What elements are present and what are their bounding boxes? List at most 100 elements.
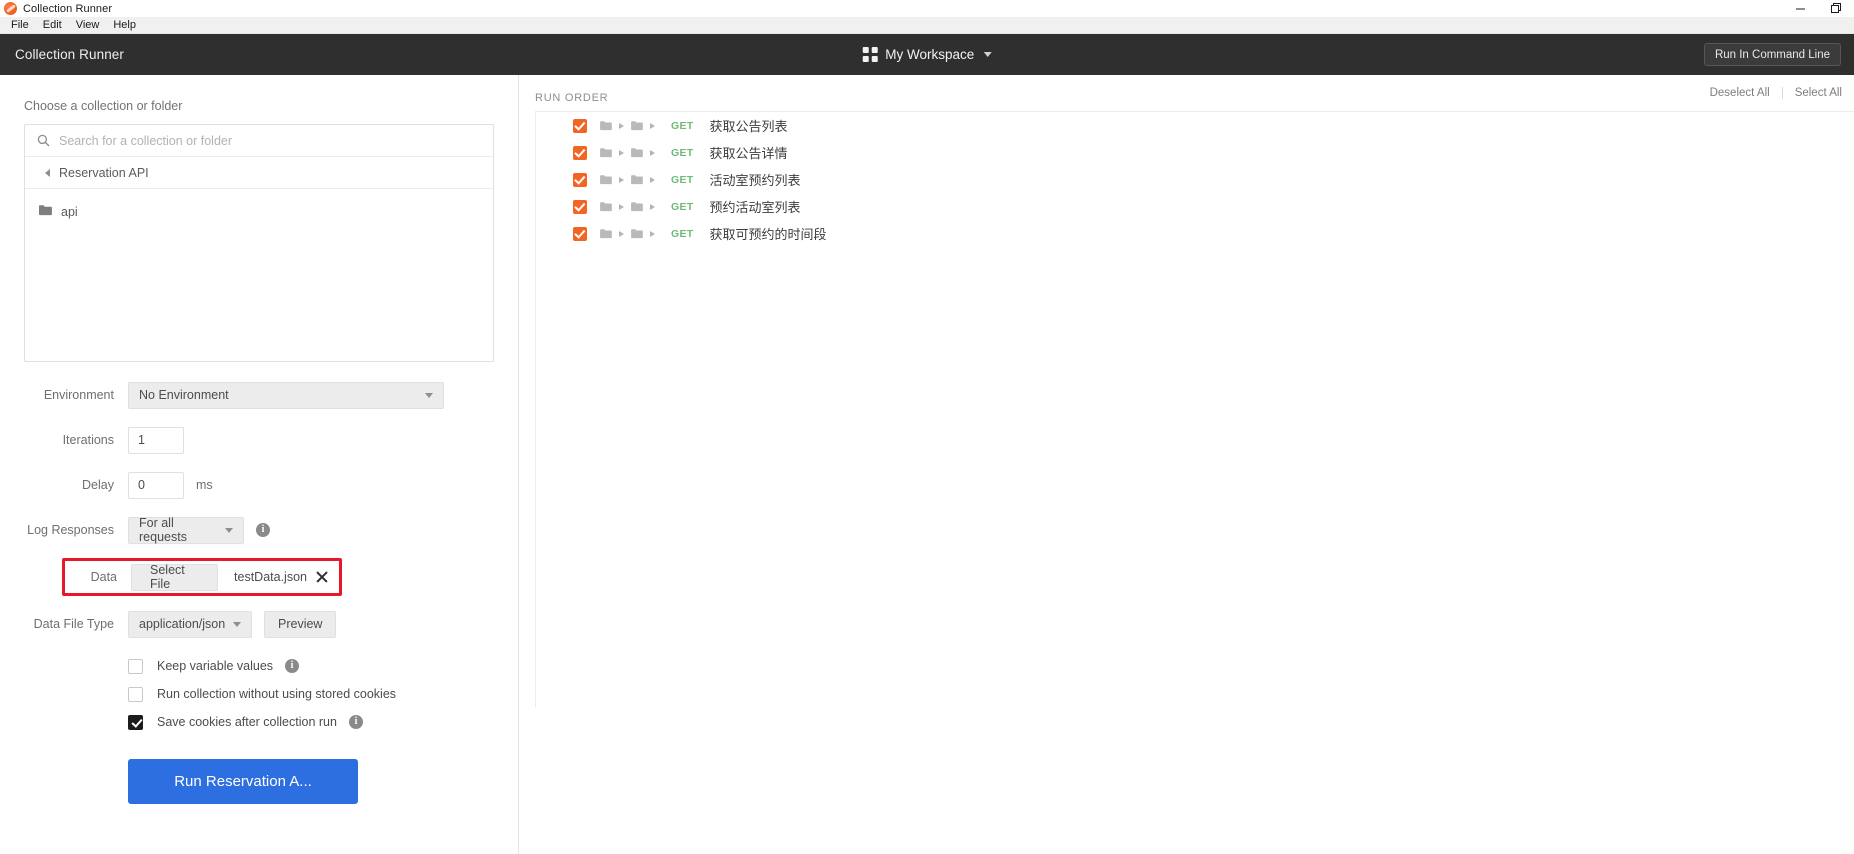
chevron-down-icon bbox=[983, 52, 992, 57]
request-name: 获取公告列表 bbox=[709, 119, 788, 134]
keep-variable-values-row[interactable]: Keep variable values i bbox=[24, 652, 494, 680]
run-without-cookies-checkbox[interactable] bbox=[128, 686, 143, 702]
search-icon bbox=[37, 134, 50, 147]
data-file-type-select[interactable]: application/json bbox=[128, 610, 252, 638]
delay-row: Delay ms bbox=[24, 468, 494, 502]
deselect-all-button[interactable]: Deselect All bbox=[1698, 87, 1782, 99]
run-item-checkbox[interactable] bbox=[573, 172, 587, 187]
save-cookies-row[interactable]: Save cookies after collection run i bbox=[24, 708, 494, 736]
log-responses-select[interactable]: For all requests bbox=[128, 516, 244, 544]
run-in-command-line-button[interactable]: Run In Command Line bbox=[1703, 43, 1841, 66]
environment-value: No Environment bbox=[139, 388, 229, 402]
minimize-icon[interactable] bbox=[1782, 0, 1818, 17]
data-file-name: testData.json bbox=[234, 570, 307, 584]
collection-tree: api bbox=[25, 189, 493, 225]
menu-item-edit[interactable]: Edit bbox=[36, 17, 69, 33]
environment-row: Environment No Environment bbox=[24, 378, 494, 412]
request-name: 活动室预约列表 bbox=[709, 173, 801, 188]
save-cookies-checkbox[interactable] bbox=[128, 714, 143, 730]
data-file-type-label: Data File Type bbox=[33, 617, 114, 631]
left-panel: Choose a collection or folder Reservatio… bbox=[0, 75, 519, 854]
info-icon[interactable]: i bbox=[348, 715, 363, 729]
run-order-item[interactable]: GET 获取可预约的时间段 bbox=[536, 220, 1854, 247]
request-name: 预约活动室列表 bbox=[709, 200, 801, 215]
request-path bbox=[600, 228, 662, 239]
run-without-cookies-row[interactable]: Run collection without using stored cook… bbox=[24, 680, 494, 708]
request-method: GET bbox=[671, 200, 694, 213]
request-path bbox=[600, 120, 662, 131]
run-order-item[interactable]: GET 获取公告详情 bbox=[536, 139, 1854, 166]
keep-variable-values-checkbox[interactable] bbox=[128, 658, 143, 674]
iterations-label: Iterations bbox=[62, 433, 114, 447]
request-method: GET bbox=[671, 146, 694, 159]
delay-input[interactable] bbox=[128, 471, 184, 499]
search-row[interactable] bbox=[25, 125, 493, 157]
window-title: Collection Runner bbox=[23, 2, 113, 15]
window-controls bbox=[1782, 0, 1854, 17]
info-icon[interactable]: i bbox=[285, 659, 300, 673]
run-order-item[interactable]: GET 获取公告列表 bbox=[536, 112, 1854, 139]
maximize-icon[interactable] bbox=[1818, 0, 1854, 17]
iterations-input[interactable] bbox=[128, 426, 184, 454]
run-item-checkbox[interactable] bbox=[573, 226, 587, 241]
breadcrumb-label: Reservation API bbox=[59, 165, 149, 180]
info-icon[interactable]: i bbox=[256, 523, 270, 537]
body: Choose a collection or folder Reservatio… bbox=[0, 75, 1854, 854]
save-cookies-label: Save cookies after collection run bbox=[157, 715, 337, 729]
run-without-cookies-label: Run collection without using stored cook… bbox=[157, 687, 397, 701]
run-order-item[interactable]: GET 预约活动室列表 bbox=[536, 193, 1854, 220]
data-file-type-row: Data File Type application/json Preview bbox=[24, 607, 494, 641]
run-order-actions: Deselect All Select All bbox=[1698, 87, 1854, 99]
menu-item-file[interactable]: File bbox=[4, 17, 36, 33]
list-item[interactable]: api bbox=[25, 199, 493, 225]
chevron-right-icon bbox=[650, 176, 655, 183]
chevron-down-icon bbox=[233, 621, 241, 627]
chevron-right-icon bbox=[619, 230, 624, 237]
run-item-checkbox[interactable] bbox=[573, 199, 587, 214]
chevron-down-icon bbox=[425, 392, 433, 398]
workspace-switcher[interactable]: My Workspace bbox=[857, 43, 998, 66]
keep-variable-values-label: Keep variable values bbox=[157, 659, 274, 673]
request-method: GET bbox=[671, 173, 694, 186]
data-file-type-value: application/json bbox=[139, 617, 226, 631]
log-responses-value: For all requests bbox=[139, 516, 187, 544]
run-order-item[interactable]: GET 活动室预约列表 bbox=[536, 166, 1854, 193]
chevron-right-icon bbox=[650, 122, 655, 129]
workspace-name: My Workspace bbox=[885, 47, 975, 62]
breadcrumb[interactable]: Reservation API bbox=[25, 157, 493, 189]
chevron-left-icon bbox=[45, 168, 50, 177]
delay-unit: ms bbox=[196, 478, 213, 492]
chevron-right-icon bbox=[650, 230, 655, 237]
grid-icon bbox=[862, 47, 878, 62]
request-method: GET bbox=[671, 227, 694, 240]
choose-collection-label: Choose a collection or folder bbox=[24, 99, 183, 113]
chevron-right-icon bbox=[619, 122, 624, 129]
chevron-right-icon bbox=[619, 203, 624, 210]
run-collection-button[interactable]: Run Reservation A... bbox=[128, 759, 358, 804]
close-icon[interactable] bbox=[315, 570, 329, 584]
collection-chooser: Reservation API api bbox=[24, 124, 494, 362]
request-method: GET bbox=[671, 119, 694, 132]
menu-item-help[interactable]: Help bbox=[106, 17, 143, 33]
chevron-right-icon bbox=[619, 176, 624, 183]
select-file-button[interactable]: Select File bbox=[131, 563, 219, 591]
data-label: Data bbox=[90, 570, 117, 584]
environment-select[interactable]: No Environment bbox=[128, 381, 444, 409]
chevron-right-icon bbox=[650, 149, 655, 156]
request-name: 获取公告详情 bbox=[709, 146, 788, 161]
log-responses-row: Log Responses For all requests i bbox=[24, 513, 494, 547]
menu-item-view[interactable]: View bbox=[69, 17, 107, 33]
select-all-button[interactable]: Select All bbox=[1781, 87, 1854, 99]
request-path bbox=[600, 147, 662, 158]
list-item-label: api bbox=[61, 205, 78, 219]
search-input[interactable] bbox=[59, 133, 493, 148]
preview-button[interactable]: Preview bbox=[264, 610, 337, 638]
chevron-right-icon bbox=[650, 203, 655, 210]
run-item-checkbox[interactable] bbox=[573, 145, 587, 160]
request-path bbox=[600, 201, 662, 212]
run-item-checkbox[interactable] bbox=[573, 118, 587, 133]
run-order-header: RUN ORDER Deselect All Select All bbox=[535, 75, 1854, 111]
os-titlebar: Collection Runner bbox=[0, 0, 1854, 17]
environment-label: Environment bbox=[43, 388, 114, 402]
log-responses-label: Log Responses bbox=[27, 523, 114, 537]
